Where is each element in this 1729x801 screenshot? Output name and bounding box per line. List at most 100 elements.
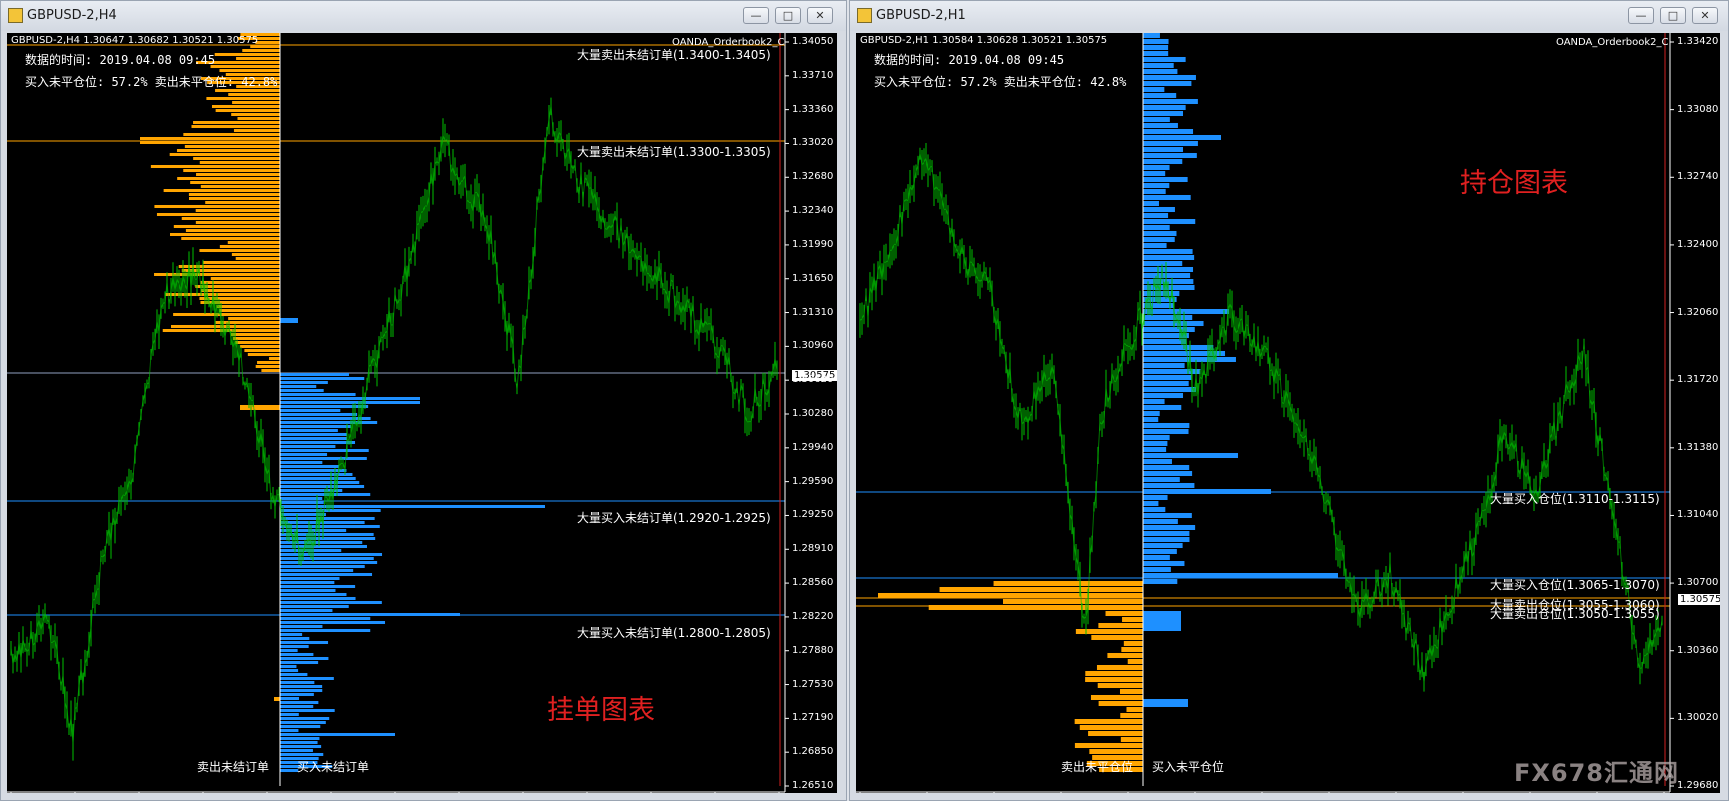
price-tick-label: 1.32340 [792,205,834,217]
data-time: 数据的时间: 2019.04.08 09:45 [25,53,216,67]
sell-order-bar [235,257,280,260]
sell-order-bar [200,281,280,284]
window-h1-titlebar[interactable]: GBPUSD-2,H1 — □ ✕ [850,1,1728,31]
sell-order-bar [219,69,280,72]
buy-position-bar [1143,611,1181,631]
price-tick-label: 1.28220 [792,610,834,622]
buy-position-bar [1143,381,1189,386]
buy-order-bar [280,437,347,440]
sell-order-bar [235,341,280,344]
sell-position-bar [1079,725,1143,730]
buy-position-bar [1143,105,1186,110]
buy-order-bar [280,677,334,680]
sell-position-bar [1097,683,1143,688]
price-tick-label: 1.32060 [1677,306,1719,318]
buy-position-bar [1143,171,1166,176]
sell-order-bar [232,337,280,340]
buy-order-bar [280,745,322,748]
minimize-button[interactable]: — [1628,7,1654,24]
buy-order-bar [280,425,352,428]
buy-position-bar [1143,135,1221,140]
buy-position-bar [1143,255,1195,260]
buy-position-bar [1143,237,1175,242]
maximize-button[interactable]: □ [775,7,801,24]
sell-order-bar [185,229,280,232]
sell-order-bar [196,173,280,176]
chart-area-h1[interactable]: GBPUSD-2,H1 1.30584 1.30628 1.30521 1.30… [856,33,1720,793]
buy-order-bar [280,413,358,416]
sell-position-bar [1119,689,1143,694]
buy-orders-label: 买入未结订单 [297,760,370,774]
minimize-button[interactable]: — [743,7,769,24]
buy-order-bar [280,421,378,424]
buy-order-bar [280,725,321,728]
buy-position-bar [1143,201,1159,206]
buy-order-bar [280,565,365,568]
sell-order-bar [231,113,280,116]
sell-order-bar [156,213,280,216]
chart-area-h4[interactable]: GBPUSD-2,H4 1.30647 1.30682 1.30521 1.30… [7,33,837,793]
sell-order-bar [211,105,280,108]
buy-position-bar [1143,183,1170,188]
sell-order-bar [231,333,280,336]
buy-position-bar [1143,123,1178,128]
buy-position-bar [1143,543,1183,548]
sell-order-bar [237,117,280,120]
annotation: 大量卖出未结订单(1.3300-1.3305) [577,145,771,159]
buy-order-bar [280,653,314,656]
sell-position-bar [1091,635,1143,640]
price-tick-label: 1.30960 [792,340,834,352]
buy-position-bar [1143,525,1196,530]
buy-position-bar [1143,51,1169,56]
buy-position-bar [1143,213,1169,218]
buy-position-bar [1143,141,1198,146]
maximize-button[interactable]: □ [1660,7,1686,24]
sell-order-bar [181,217,280,220]
sell-order-bar [183,133,280,136]
buy-position-bar [1143,75,1196,80]
buy-order-bar [280,749,313,752]
buy-position-bar [1143,165,1170,170]
price-tick-label: 1.29590 [792,475,834,487]
sell-position-bar [1085,671,1143,676]
buy-position-bar [1143,207,1175,212]
sell-order-bar [228,317,280,320]
buy-position-bar [1143,573,1338,578]
chart-label: 持仓图表 [1460,168,1568,199]
buy-position-bar [1143,549,1177,554]
buy-position-bar [1143,387,1196,392]
buy-position-bar [1143,507,1166,512]
buy-order-bar [280,409,341,412]
buy-order-bar [280,517,375,520]
chart-header: GBPUSD-2,H1 1.30584 1.30628 1.30521 1.30… [860,35,1108,46]
sell-order-bar [257,361,280,364]
price-tick-label: 1.27190 [792,712,834,724]
sell-order-bar [236,57,280,60]
buy-order-bar [280,641,329,644]
buy-order-bar [280,318,298,323]
sell-order-bar [200,289,280,292]
price-tick-label: 1.30360 [1677,644,1719,656]
sell-order-bar [150,165,280,168]
buy-position-bar [1143,81,1192,86]
close-button[interactable]: ✕ [807,7,833,24]
sell-positions-label: 卖出未平仓位 [1061,760,1134,774]
sell-order-bar [164,293,280,296]
buy-order-bar [280,721,326,724]
close-button[interactable]: ✕ [1692,7,1718,24]
buy-position-bar [1143,519,1178,524]
buy-order-bar [280,681,315,684]
buy-order-bar [280,389,324,392]
buy-position-bar [1143,537,1190,542]
price-tick-label: 1.28560 [792,577,834,589]
buy-position-bar [1143,399,1165,404]
buy-position-bar [1143,33,1160,38]
sell-order-bar [176,149,280,152]
price-tick-label: 1.30020 [1677,712,1719,724]
buy-order-bar [280,397,420,400]
sell-order-bar [173,225,280,228]
window-h4-titlebar[interactable]: GBPUSD-2,H4 — □ ✕ [1,1,846,31]
window-title: GBPUSD-2,H4 [27,8,117,23]
buy-position-bar [1143,231,1177,236]
chart-label: 挂单图表 [547,695,655,726]
